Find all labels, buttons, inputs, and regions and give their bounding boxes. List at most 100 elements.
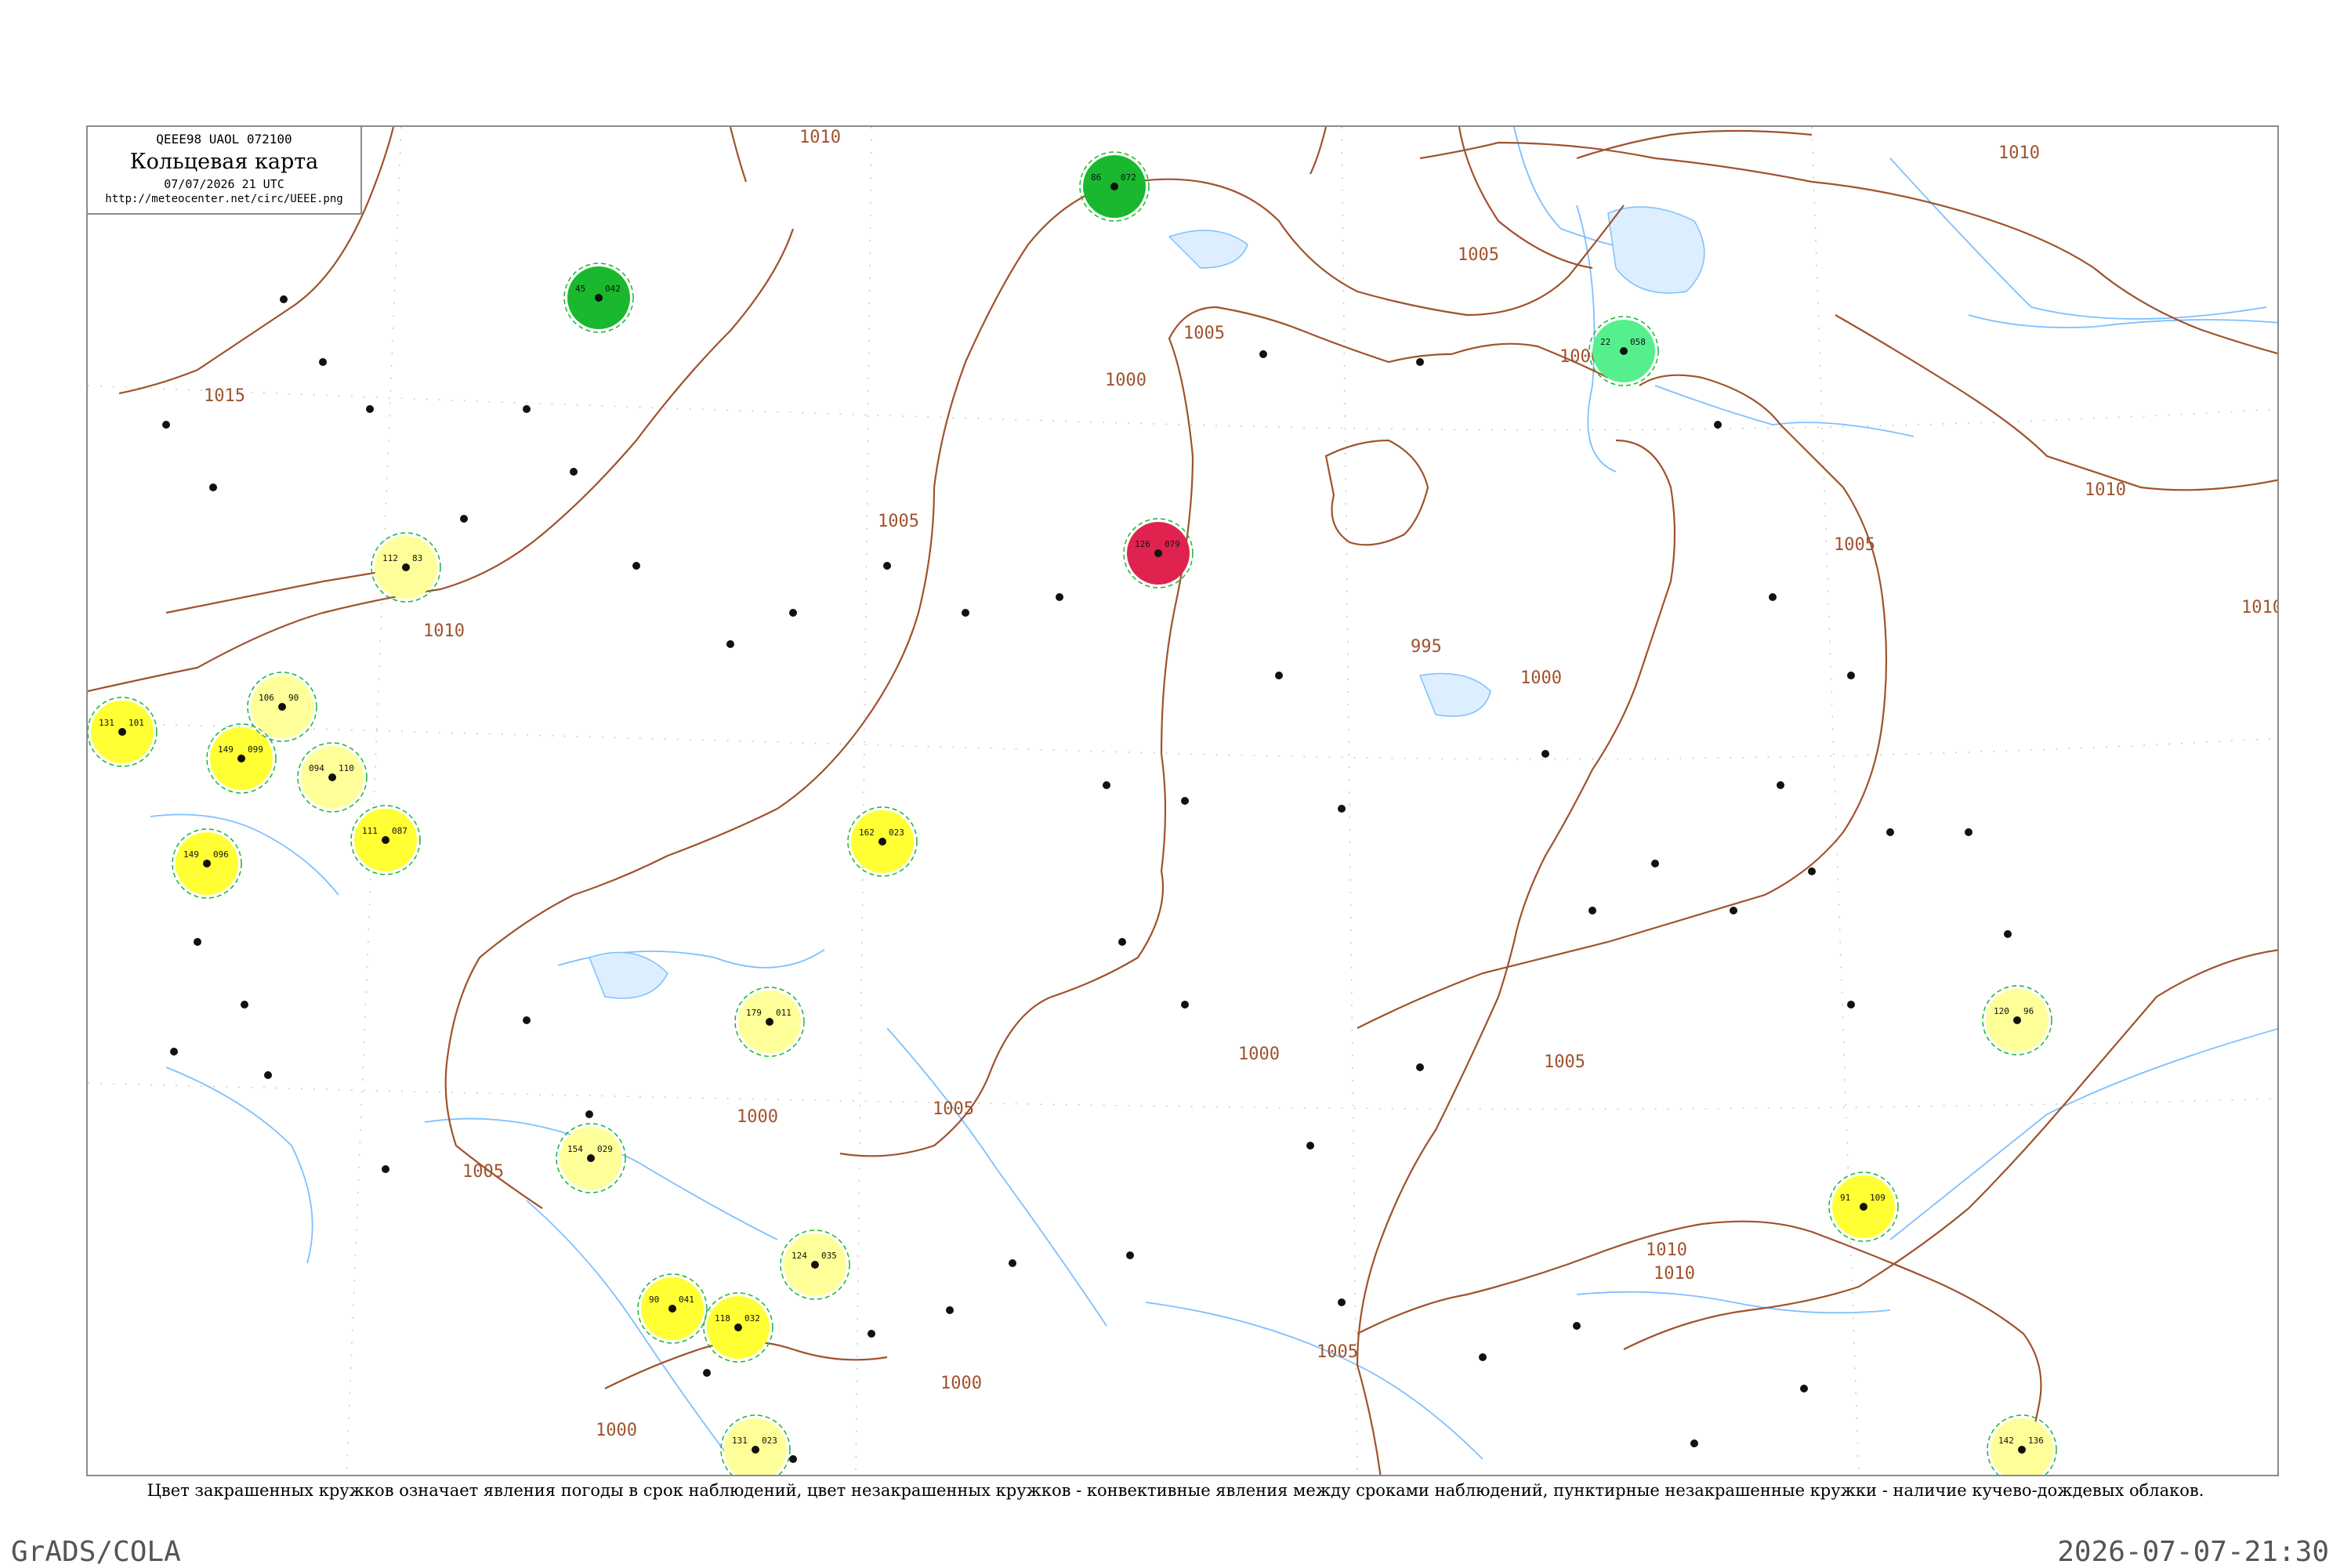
- map-title: Кольцевая карта: [129, 150, 319, 174]
- station-temperature: 131: [732, 1436, 748, 1446]
- timestamp: 2026-07-07-21:30: [2057, 1536, 2329, 1568]
- isobar-label: 1005: [1183, 324, 1225, 343]
- weather-station-marker[interactable]: 126 079: [1123, 518, 1194, 588]
- isobar-label: 1005: [1317, 1342, 1358, 1362]
- isobar-label: 1000: [1105, 371, 1147, 390]
- isobar-label: 1010: [2241, 598, 2279, 617]
- weather-station-marker[interactable]: 90 041: [637, 1273, 708, 1344]
- station-code: 136: [2028, 1436, 2044, 1446]
- bulletin-code: QEEE98 UAOL 072100: [156, 132, 292, 147]
- isobar-label: 1010: [1654, 1264, 1695, 1284]
- weather-station-marker[interactable]: 131 023: [720, 1414, 791, 1476]
- station-dot: [811, 1261, 819, 1269]
- weather-station-marker[interactable]: 45 042: [563, 263, 634, 333]
- legend-caption: Цвет закрашенных кружков означает явлени…: [147, 1481, 2204, 1500]
- isobar-label: 1005: [1834, 535, 1875, 555]
- station-temperature: 106: [259, 693, 274, 703]
- isobar-label: 1000: [596, 1421, 637, 1440]
- station-dot: [237, 755, 245, 762]
- station-temperature: 90: [649, 1295, 659, 1305]
- isobar-label: 1010: [1998, 143, 2040, 163]
- weather-station-marker[interactable]: 162 023: [847, 806, 918, 877]
- station-dot: [203, 860, 211, 867]
- station-dot: [1860, 1203, 1867, 1211]
- weather-map: 1015 1010 1010 1005 1000 995 1000 1005 1…: [88, 127, 2279, 1476]
- isobar-label: 1010: [1646, 1240, 1687, 1260]
- station-temperature: 126: [1135, 539, 1150, 549]
- isobar-label: 1000: [737, 1107, 778, 1127]
- weather-station-marker[interactable]: 124 035: [780, 1229, 850, 1300]
- isobar-labels: 1015 1010 1010 1005 1000 995 1000 1005 1…: [204, 128, 2279, 1440]
- station-dot: [328, 773, 336, 781]
- weather-station-marker[interactable]: 149 099: [206, 723, 277, 794]
- map-url[interactable]: http://meteocenter.net/circ/UEEE.png: [88, 193, 360, 205]
- map-frame: 1015 1010 1010 1005 1000 995 1000 1005 1…: [86, 125, 2279, 1476]
- station-dot: [752, 1446, 759, 1454]
- station-code: 087: [392, 826, 408, 836]
- station-temperature: 118: [715, 1313, 730, 1324]
- isobar-label: 1005: [462, 1162, 504, 1182]
- station-temperature: 094: [309, 763, 324, 773]
- weather-station-marker[interactable]: 149 096: [172, 828, 242, 899]
- isobar-label: 1015: [204, 386, 245, 406]
- station-code: 011: [776, 1008, 792, 1018]
- station-temperature: 154: [567, 1144, 583, 1154]
- station-dot: [278, 703, 286, 711]
- station-temperature: 142: [1998, 1436, 2014, 1446]
- station-code: 83: [412, 553, 422, 563]
- station-dot: [2013, 1016, 2021, 1024]
- station-temperature: 22: [1600, 337, 1610, 347]
- isobar-label: 1000: [1238, 1045, 1280, 1064]
- weather-station-marker[interactable]: 094 110: [297, 742, 368, 813]
- station-temperature: 149: [183, 849, 199, 860]
- map-date: 07/07/2026 21 UTC: [164, 177, 284, 191]
- station-dot: [587, 1154, 595, 1162]
- isobar-label: 1010: [423, 621, 465, 641]
- weather-station-marker[interactable]: 112 83: [371, 532, 441, 603]
- weather-station-marker[interactable]: 111 087: [350, 805, 421, 875]
- station-code: 029: [597, 1144, 613, 1154]
- weather-station-marker[interactable]: 86 072: [1079, 151, 1150, 222]
- weather-station-marker[interactable]: 120 96: [1982, 985, 2052, 1056]
- station-code: 023: [762, 1436, 777, 1446]
- weather-station-marker[interactable]: 179 011: [734, 987, 805, 1057]
- isobar-label: 1010: [2085, 480, 2126, 500]
- station-temperature: 112: [382, 553, 398, 563]
- station-code: 072: [1121, 172, 1136, 183]
- station-temperature: 179: [746, 1008, 762, 1018]
- weather-station-marker[interactable]: 22 058: [1588, 316, 1659, 386]
- weather-station-marker[interactable]: 91 109: [1828, 1171, 1899, 1242]
- station-temperature: 120: [1994, 1006, 2009, 1016]
- station-temperature: 124: [792, 1251, 807, 1261]
- station-code: 109: [1870, 1193, 1886, 1203]
- weather-station-marker[interactable]: 142 136: [1987, 1414, 2057, 1476]
- weather-station-marker[interactable]: 131 101: [88, 697, 158, 767]
- station-dot: [878, 838, 886, 846]
- station-dot: [766, 1018, 773, 1026]
- isobar-label: 1000: [1520, 668, 1562, 688]
- station-code: 035: [821, 1251, 837, 1261]
- station-code: 041: [679, 1295, 694, 1305]
- station-code: 96: [2023, 1006, 2034, 1016]
- weather-station-marker[interactable]: 106 90: [247, 672, 317, 742]
- map-header: QEEE98 UAOL 072100 Кольцевая карта 07/07…: [88, 127, 362, 215]
- station-dot: [2018, 1446, 2026, 1454]
- station-temperature: 91: [1840, 1193, 1850, 1203]
- weather-station-marker[interactable]: 154 029: [556, 1123, 626, 1193]
- isobar-label: 1005: [933, 1099, 974, 1119]
- station-code: 110: [339, 763, 354, 773]
- weather-station-marker[interactable]: 118 032: [703, 1292, 773, 1363]
- station-dot: [402, 563, 410, 571]
- station-dot: [1620, 347, 1628, 355]
- station-code: 099: [248, 744, 263, 755]
- station-temperature: 111: [362, 826, 378, 836]
- isobar-label: 1000: [940, 1374, 982, 1393]
- station-dot: [1154, 549, 1162, 557]
- station-code: 032: [744, 1313, 760, 1324]
- station-dot: [1110, 183, 1118, 190]
- station-temperature: 149: [218, 744, 234, 755]
- isobar-label: 1010: [799, 128, 841, 147]
- station-temperature: 45: [575, 284, 585, 294]
- station-dot: [118, 728, 126, 736]
- isobar-label: 1005: [1458, 245, 1499, 265]
